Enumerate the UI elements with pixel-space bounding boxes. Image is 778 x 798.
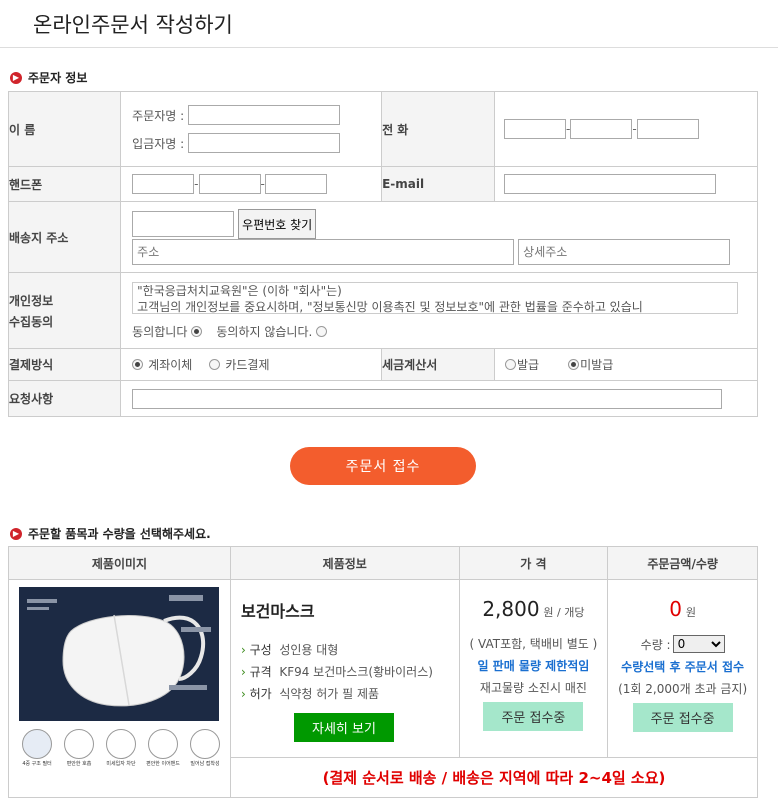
tax-invoice-label: 세금계산서	[381, 348, 496, 381]
spec-row: › 구성 성인용 대형	[240, 643, 339, 657]
orderer-name-label: 주문자명 :	[132, 108, 185, 123]
disagree-radio[interactable]	[316, 325, 328, 337]
privacy-label-line-2: 수집동의	[9, 314, 54, 329]
amount-value: 0	[669, 597, 683, 621]
fit-icon: 밀어남 접착성	[187, 729, 223, 767]
name-label: 이 름	[7, 91, 122, 167]
disagree-label: 동의하지 않습니다.	[216, 324, 313, 339]
email-label: E-mail	[381, 166, 496, 202]
col-header-price: 가 격	[458, 546, 609, 580]
particle-block-icon: 미세입자 차단	[103, 729, 139, 767]
qty-label: 수량 :	[640, 637, 671, 652]
product-info-cell: 보건마스크 › 구성 성인용 대형 › 규격 KF94 보건마스크(황바이러스)…	[229, 579, 460, 758]
payment-transfer-radio[interactable]	[132, 359, 144, 370]
privacy-policy-textarea[interactable]: "한국응급처치교육원"은 (이하 "회사"는) 고객님의 개인정보를 중요시하며…	[132, 281, 739, 314]
address-input[interactable]	[132, 239, 515, 265]
orderer-section-title: 주문자 정보	[28, 71, 88, 85]
qty-limit: (1회 2,000개 초과 금지)	[618, 682, 748, 696]
mobile-input-2[interactable]	[198, 174, 261, 194]
agree-label: 동의합니다	[132, 324, 188, 339]
request-input[interactable]	[132, 388, 723, 409]
product-image-cell: 4중 구조 필터 편안한 호흡 미세입자 차단 편안한 이어밴드 밀어남 접착성	[8, 579, 231, 798]
address-label: 배송지 주소	[7, 201, 122, 273]
products-section-heading: ▶ 주문할 품목과 수량을 선택해주세요.	[10, 525, 211, 542]
price-note: ( VAT포함, 택배비 별도 )	[469, 637, 598, 651]
price-unit: 원 / 개당	[543, 606, 585, 619]
email-input[interactable]	[504, 174, 717, 194]
agree-radio[interactable]	[191, 325, 203, 337]
col-header-info: 제품정보	[229, 546, 460, 580]
depositor-name-input[interactable]	[188, 133, 341, 153]
privacy-label: 개인정보 수집동의	[7, 272, 122, 349]
phone-label: 전 화	[381, 91, 496, 167]
feature-icons-row: 4중 구조 필터 편안한 호흡 미세입자 차단 편안한 이어밴드 밀어남 접착성	[19, 729, 230, 767]
mobile-label: 핸드폰	[7, 166, 122, 202]
payment-card-label: 카드결제	[225, 358, 270, 372]
qty-note: 수량선택 후 주문서 접수	[621, 660, 745, 674]
bullet-arrow-icon: ▶	[10, 527, 22, 540]
products-section-title: 주문할 품목과 수량을 선택해주세요.	[28, 527, 211, 541]
shipping-notice: (결제 순서로 배송 / 배송은 지역에 따라 2~4일 소요)	[229, 757, 759, 798]
address-detail-input[interactable]	[518, 239, 731, 265]
orderer-section-heading: ▶ 주문자 정보	[10, 69, 87, 86]
orderer-form-table: 이 름 주문자명 : 입금자명 : 전 화 - - 핸드폰 - - E-mail…	[7, 91, 758, 417]
zip-search-button[interactable]: 우편번호 찾기	[238, 209, 317, 239]
page-title: 온라인주문서 작성하기	[33, 13, 233, 37]
price-cell: 2,800 원 / 개당 ( VAT포함, 택배비 별도 ) 일 판매 물량 제…	[458, 579, 609, 758]
title-divider	[0, 47, 778, 48]
product-name: 보건마스크	[240, 602, 315, 621]
product-specs: › 구성 성인용 대형 › 규격 KF94 보건마스크(황바이러스) › 허가 …	[241, 639, 459, 705]
request-label: 요청사항	[7, 380, 122, 417]
payment-transfer-label: 계좌이체	[148, 358, 193, 372]
col-header-amount: 주문금액/수량	[607, 546, 758, 580]
mobile-input-1[interactable]	[132, 174, 195, 194]
mask-product-image	[19, 587, 219, 721]
payment-label: 결제방식	[7, 348, 122, 381]
phone-input-3[interactable]	[636, 119, 699, 139]
qty-select[interactable]: 0	[672, 635, 725, 653]
filter-layers-icon: 4중 구조 필터	[19, 729, 55, 767]
amount-unit: 원	[685, 606, 696, 619]
earband-icon: 편안한 이어밴드	[145, 729, 181, 767]
col-header-image: 제품이미지	[8, 546, 231, 580]
tax-issue-radio[interactable]	[505, 359, 517, 370]
price-value: 2,800	[482, 597, 540, 621]
phone-input-1[interactable]	[504, 119, 567, 139]
breathing-icon: 편안한 호흡	[61, 729, 97, 767]
spec-row: › 규격 KF94 보건마스크(황바이러스)	[240, 665, 433, 679]
zipcode-input[interactable]	[132, 211, 235, 237]
tax-issue-label: 발급	[517, 358, 540, 372]
products-table: 제품이미지 제품정보 가 격 주문금액/수량 4중 구조 필터 편안한 호흡 미…	[8, 546, 759, 798]
spec-row: › 허가 식약청 허가 필 제품	[240, 687, 380, 701]
price-status-button[interactable]: 주문 접수중	[483, 702, 584, 731]
orderer-name-input[interactable]	[188, 105, 341, 125]
tax-no-issue-label: 미발급	[580, 358, 614, 372]
bullet-arrow-icon: ▶	[10, 71, 22, 84]
detail-view-button[interactable]: 자세히 보기	[293, 713, 394, 742]
stock-note: 재고물량 소진시 매진	[479, 681, 587, 695]
limit-note: 일 판매 물량 제한적임	[477, 659, 590, 673]
phone-input-2[interactable]	[570, 119, 633, 139]
privacy-label-line-1: 개인정보	[9, 293, 54, 308]
tax-no-issue-radio[interactable]	[568, 359, 580, 370]
amount-status-button[interactable]: 주문 접수중	[632, 703, 733, 732]
amount-cell: 0 원 수량 : 0 수량선택 후 주문서 접수 (1회 2,000개 초과 금…	[607, 579, 758, 758]
mobile-input-3[interactable]	[264, 174, 327, 194]
depositor-name-label: 입금자명 :	[132, 136, 185, 151]
payment-card-radio[interactable]	[209, 359, 221, 370]
submit-order-button[interactable]: 주문서 접수	[290, 447, 476, 485]
